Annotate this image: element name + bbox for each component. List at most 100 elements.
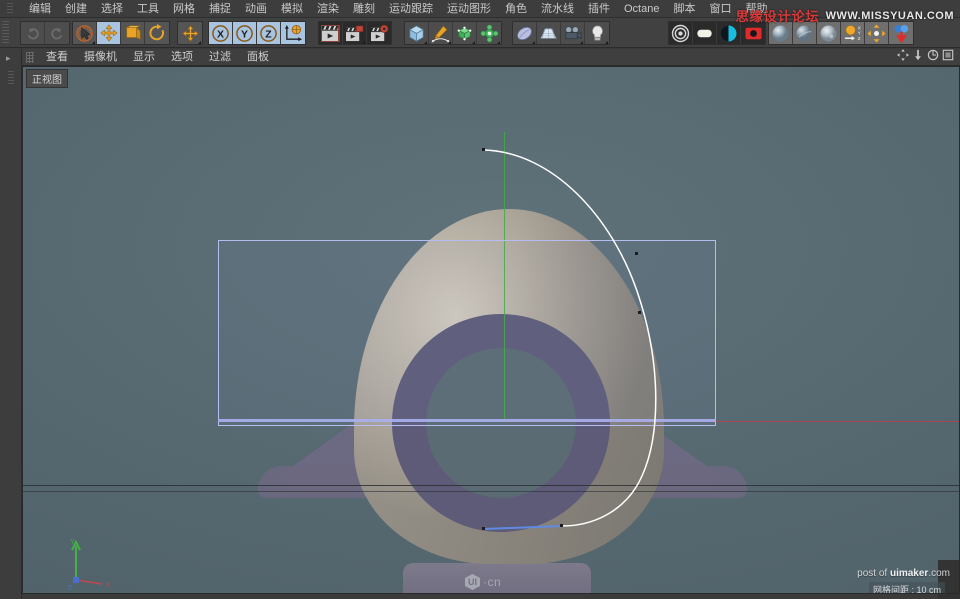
menu-item-edit[interactable]: 编辑 <box>22 0 58 18</box>
light-expand-corner[interactable] <box>605 41 608 44</box>
material-sphere-1-icon[interactable] <box>769 22 793 44</box>
spline-point-mid[interactable] <box>638 311 641 314</box>
toolbar-grip[interactable] <box>2 21 9 45</box>
viewmenu-item-display[interactable]: 显示 <box>125 49 163 66</box>
camera-expand-corner[interactable] <box>580 41 583 44</box>
generator-expand-corner[interactable] <box>472 41 475 44</box>
scale-icon[interactable] <box>121 22 145 44</box>
cube-primitive-icon[interactable] <box>405 22 429 44</box>
svg-text:Z: Z <box>68 585 73 592</box>
move-icon[interactable] <box>97 22 121 44</box>
viewmenu-item-cameras[interactable]: 摄像机 <box>76 49 125 66</box>
y-axis-icon[interactable]: Y <box>233 22 257 44</box>
watermark-uicn: UI ·cn <box>465 574 501 590</box>
live-selection-expand-corner[interactable] <box>92 41 95 44</box>
spline-point-upper[interactable] <box>635 252 638 255</box>
menu-item-select[interactable]: 选择 <box>94 0 130 18</box>
world-coordinate-icon[interactable] <box>281 22 305 44</box>
scatter-icon[interactable] <box>865 22 889 44</box>
menu-item-plugins[interactable]: 插件 <box>581 0 617 18</box>
viewmenu-item-options[interactable]: 选项 <box>163 49 201 66</box>
render-region-expand-corner[interactable] <box>362 41 365 44</box>
spline-point-bottom[interactable] <box>482 527 485 530</box>
environment-expand-corner[interactable] <box>532 41 535 44</box>
maximize-view-icon[interactable] <box>942 48 954 66</box>
viewport-3d[interactable]: Y X Z 正视图 UI ·cn post of uimaker.com 网格间… <box>22 66 960 594</box>
light-icon[interactable] <box>585 22 609 44</box>
viewport-menu-grip[interactable] <box>22 49 38 66</box>
octane-camera-icon[interactable] <box>741 22 765 44</box>
axis-gizmo: Y X Z <box>62 536 122 592</box>
menubar-grip[interactable] <box>0 0 22 18</box>
spline-expand-corner[interactable] <box>448 41 451 44</box>
render-region-icon[interactable] <box>343 22 367 44</box>
uicn-logo-badge: UI <box>465 574 480 590</box>
svg-text:X: X <box>217 29 224 40</box>
menu-item-help[interactable]: 帮助 <box>738 0 774 18</box>
pan-view-icon[interactable] <box>897 48 909 66</box>
environment-icon[interactable] <box>513 22 537 44</box>
palette-grip[interactable] <box>8 71 14 85</box>
spline-point-top[interactable] <box>482 148 485 151</box>
menu-item-motion-tracker[interactable]: 运动跟踪 <box>382 0 440 18</box>
menu-item-window[interactable]: 窗口 <box>702 0 738 18</box>
rotate-icon[interactable] <box>145 22 169 44</box>
redo-icon[interactable] <box>45 22 69 44</box>
material-sphere-3-icon[interactable] <box>817 22 841 44</box>
menu-item-sculpt[interactable]: 雕刻 <box>346 0 382 18</box>
camera-icon[interactable] <box>561 22 585 44</box>
spline-point-lower[interactable] <box>560 524 563 527</box>
grid-spacing-label: 网格间距 : 10 cm <box>869 582 945 594</box>
left-palette-strip: ▸ <box>0 49 22 599</box>
deformer-expand-corner[interactable] <box>497 41 500 44</box>
menu-item-script[interactable]: 脚本 <box>666 0 702 18</box>
rotate-view-icon[interactable] <box>927 48 939 66</box>
menu-item-mograph[interactable]: 运动图形 <box>440 0 498 18</box>
viewmenu-item-view[interactable]: 查看 <box>38 49 76 66</box>
menu-item-character[interactable]: 角色 <box>498 0 534 18</box>
live-selection-icon[interactable] <box>73 22 97 44</box>
menu-item-mesh[interactable]: 网格 <box>166 0 202 18</box>
octane-contrast-icon[interactable] <box>717 22 741 44</box>
menu-bar: 编辑 创建 选择 工具 网格 捕捉 动画 模拟 渲染 雕刻 运动跟踪 运动图形 … <box>0 0 960 18</box>
octane-render-icon[interactable] <box>669 22 693 44</box>
menu-item-create[interactable]: 创建 <box>58 0 94 18</box>
menu-item-pipeline[interactable]: 流水线 <box>534 0 581 18</box>
z-axis-icon[interactable]: Z <box>257 22 281 44</box>
undo-icon[interactable] <box>21 22 45 44</box>
render-view-icon[interactable] <box>319 22 343 44</box>
viewport-menu-bar: 查看 摄像机 显示 选项 过滤 面板 <box>22 49 960 66</box>
octane-settings-icon[interactable] <box>693 22 717 44</box>
uicn-logo-text: ·cn <box>483 575 501 589</box>
menu-item-render[interactable]: 渲染 <box>310 0 346 18</box>
menu-item-octane[interactable]: Octane <box>617 0 666 18</box>
menu-item-tools[interactable]: 工具 <box>130 0 166 18</box>
render-settings-icon[interactable] <box>367 22 391 44</box>
generator-icon[interactable] <box>453 22 477 44</box>
toolbar-group-move-tool <box>177 21 203 45</box>
menu-item-snap[interactable]: 捕捉 <box>202 0 238 18</box>
axis-transfer-icon[interactable]: X Y Z <box>841 22 865 44</box>
viewmenu-item-panel[interactable]: 面板 <box>239 49 277 66</box>
watermark-uimaker-suffix: .com <box>928 568 950 579</box>
cube-expand-corner[interactable] <box>424 41 427 44</box>
watermark-uimaker-prefix: post of <box>857 568 890 579</box>
menu-item-simulate[interactable]: 模拟 <box>274 0 310 18</box>
dolly-view-icon[interactable] <box>912 48 924 66</box>
move-tool-expand-corner[interactable] <box>198 41 201 44</box>
watermark-uimaker: post of uimaker.com <box>857 568 950 579</box>
drop-object-icon[interactable] <box>889 22 913 44</box>
main-toolbar: X Y Z <box>0 18 960 48</box>
floor-icon[interactable] <box>537 22 561 44</box>
material-sphere-2-icon[interactable] <box>793 22 817 44</box>
deformer-icon[interactable] <box>477 22 501 44</box>
toolbar-group-undo-redo <box>20 21 70 45</box>
viewmenu-item-filter[interactable]: 过滤 <box>201 49 239 66</box>
svg-text:X: X <box>106 582 111 589</box>
palette-collapse-arrow[interactable]: ▸ <box>6 53 11 64</box>
menu-item-animation[interactable]: 动画 <box>238 0 274 18</box>
move-tool-icon[interactable] <box>178 22 202 44</box>
spline-curve[interactable] <box>22 66 960 594</box>
spline-pen-icon[interactable] <box>429 22 453 44</box>
x-axis-icon[interactable]: X <box>209 22 233 44</box>
